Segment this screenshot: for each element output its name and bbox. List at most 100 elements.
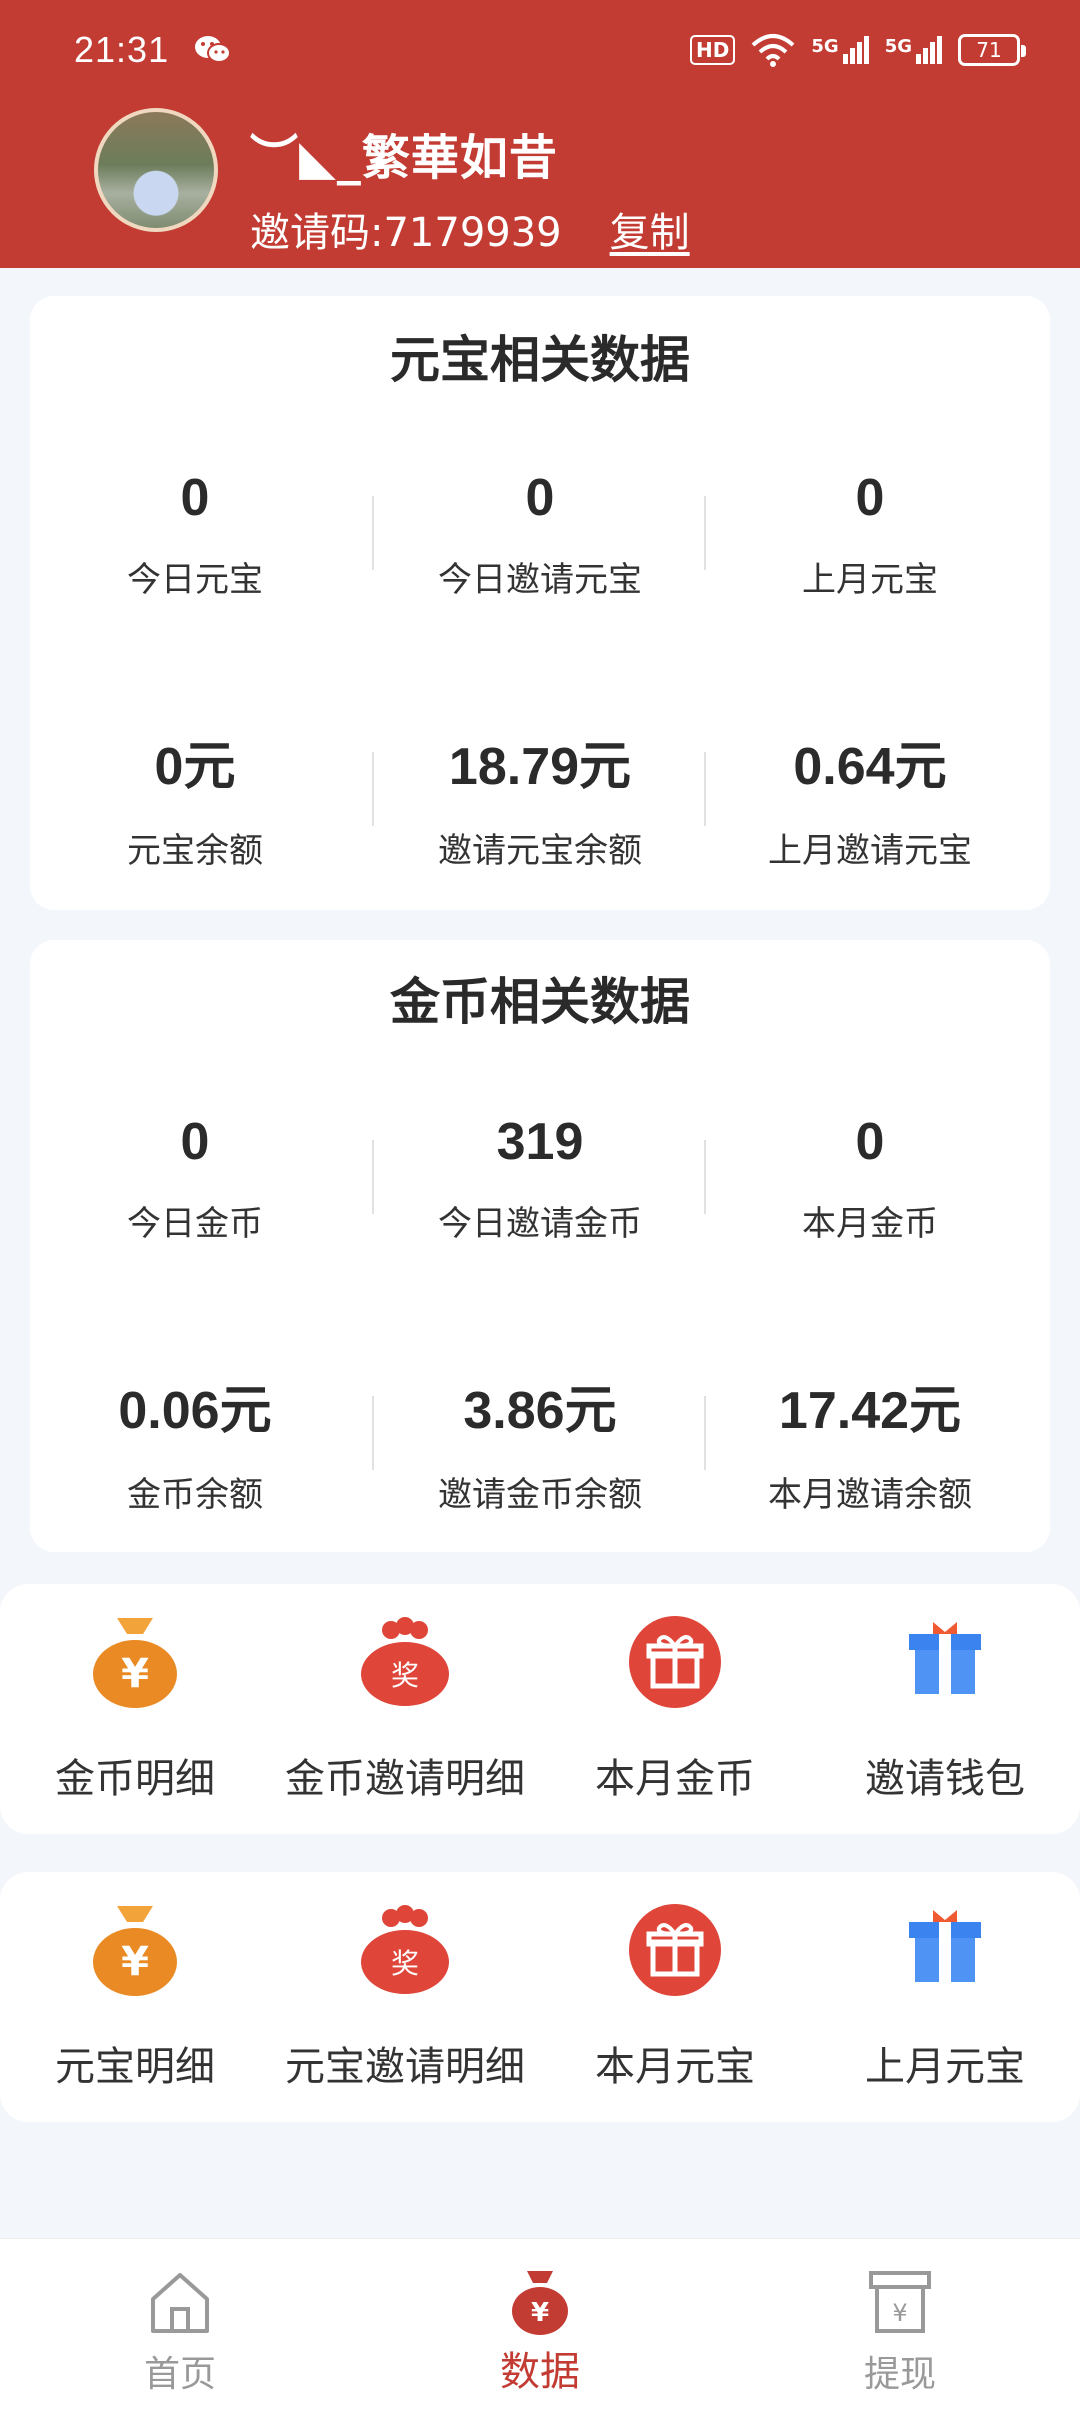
stat-value: 0	[180, 469, 210, 527]
stat-label: 金币余额	[127, 1475, 263, 1515]
stat-label: 今日邀请金币	[438, 1204, 642, 1244]
nav-withdraw[interactable]: ¥ 提现	[720, 2239, 1080, 2412]
invite-code: 邀请码:7179939	[250, 210, 562, 256]
yuanbao-stats-card: 元宝相关数据 0 今日元宝 0 今日邀请元宝 0 上月元宝 0元 元宝余额 18…	[30, 296, 1050, 910]
stat-value: 17.42元	[778, 1382, 962, 1440]
menu-invite-wallet[interactable]: 邀请钱包	[810, 1584, 1080, 1834]
stat-label: 本月邀请余额	[768, 1475, 972, 1515]
gift-box-icon	[909, 1910, 981, 1982]
stat-label: 上月元宝	[802, 560, 938, 600]
hd-icon: HD	[690, 35, 736, 65]
stat-value: 319	[496, 1113, 584, 1171]
svg-text:¥: ¥	[531, 2298, 549, 2328]
card-title: 元宝相关数据	[390, 331, 690, 389]
menu-label: 金币明细	[55, 1756, 215, 1802]
wechat-icon	[195, 36, 232, 63]
stat-coin-balance: 0.06元 金币余额	[30, 1368, 360, 1516]
stat-value: 18.79元	[448, 738, 632, 796]
menu-last-month-yuanbao[interactable]: 上月元宝	[810, 1872, 1080, 2122]
money-bag-icon: ¥	[93, 1906, 177, 1996]
stat-label: 今日邀请元宝	[438, 560, 642, 600]
stat-value: 0.64元	[793, 738, 947, 796]
stat-last-month-yuanbao: 0 上月元宝	[705, 468, 1035, 601]
nav-label: 首页	[143, 2354, 216, 2395]
stat-value: 0	[180, 1113, 210, 1171]
nav-label: 提现	[863, 2354, 936, 2395]
username: ︶◣_繁華如昔	[250, 130, 558, 186]
stat-value: 0.06元	[118, 1382, 272, 1440]
stat-invite-coin-balance: 3.86元 邀请金币余额	[375, 1368, 705, 1516]
money-bag-icon: ¥	[93, 1618, 177, 1708]
stat-label: 元宝余额	[127, 831, 263, 871]
stat-value: 3.86元	[463, 1382, 617, 1440]
menu-label: 金币邀请明细	[285, 1756, 525, 1802]
avatar[interactable]	[94, 108, 218, 232]
stat-label: 本月金币	[802, 1204, 938, 1244]
menu-coin-invite-detail[interactable]: 奖 金币邀请明细	[270, 1584, 540, 1834]
menu-yuanbao-detail[interactable]: ¥ 元宝明细	[0, 1872, 270, 2122]
reward-bag-icon: 奖	[361, 1617, 449, 1706]
menu-label: 本月元宝	[595, 2044, 755, 2090]
stat-label: 邀请元宝余额	[438, 831, 642, 871]
copy-button[interactable]: 复制	[610, 200, 690, 258]
menu-label: 上月元宝	[865, 2044, 1025, 2090]
stat-today-yuanbao: 0 今日元宝	[30, 468, 360, 601]
bottom-nav: 首页 ¥ 数据 ¥ 提现	[0, 2238, 1080, 2412]
svg-text:奖: 奖	[391, 1659, 419, 1692]
stat-value: 0	[855, 1113, 885, 1171]
stat-last-month-invite-yuanbao: 0.64元 上月邀请元宝	[705, 724, 1035, 872]
divider	[372, 752, 374, 826]
menu-label: 元宝邀请明细	[285, 2044, 525, 2090]
stat-value: 0	[525, 469, 555, 527]
divider	[372, 1140, 374, 1214]
menu-label: 元宝明细	[55, 2044, 215, 2090]
svg-text:奖: 奖	[391, 1947, 419, 1980]
stat-label: 今日金币	[127, 1204, 263, 1244]
signal-icon: 5G	[811, 36, 869, 64]
reward-bag-icon: 奖	[361, 1905, 449, 1994]
stat-label: 今日元宝	[127, 560, 263, 600]
status-time: 21:31	[74, 29, 170, 70]
invite-row: 邀请码:7179939 复制	[250, 200, 690, 258]
stat-today-invite-coin: 319 今日邀请金币	[375, 1112, 705, 1245]
home-icon	[151, 2273, 209, 2333]
nav-data[interactable]: ¥ 数据	[360, 2239, 720, 2412]
menu-coin-detail[interactable]: ¥ 金币明细	[0, 1584, 270, 1834]
menu-month-yuanbao[interactable]: 本月元宝	[540, 1872, 810, 2122]
stat-label: 邀请金币余额	[438, 1475, 642, 1515]
stat-value: 0元	[154, 738, 236, 796]
coin-stats-card: 金币相关数据 0 今日金币 319 今日邀请金币 0 本月金币 0.06元 金币…	[30, 940, 1050, 1552]
menu-label: 本月金币	[595, 1756, 755, 1802]
status-bar: 21:31 HD 5G 5G 71	[0, 0, 1080, 100]
svg-text:¥: ¥	[121, 1939, 149, 1985]
menu-label: 邀请钱包	[865, 1756, 1025, 1802]
menu-month-coin[interactable]: 本月金币	[540, 1584, 810, 1834]
stat-yuanbao-balance: 0元 元宝余额	[30, 724, 360, 872]
nav-home[interactable]: 首页	[0, 2239, 360, 2412]
stat-today-invite-yuanbao: 0 今日邀请元宝	[375, 468, 705, 601]
gift-box-icon	[909, 1622, 981, 1694]
stat-label: 上月邀请元宝	[768, 831, 972, 871]
menu-yuanbao-invite-detail[interactable]: 奖 元宝邀请明细	[270, 1872, 540, 2122]
profile-header: 21:31 HD 5G 5G 71 ︶◣_繁華如昔 邀请码:7179939 复制	[0, 0, 1080, 268]
nav-label: 数据	[500, 2349, 580, 2395]
gift-circle-icon	[629, 1616, 721, 1708]
stat-invite-yuanbao-balance: 18.79元 邀请元宝余额	[375, 724, 705, 872]
card-title: 金币相关数据	[390, 973, 690, 1031]
divider	[372, 496, 374, 570]
withdraw-icon: ¥	[869, 2271, 931, 2333]
svg-text:¥: ¥	[121, 1651, 149, 1697]
stat-month-coin: 0 本月金币	[705, 1112, 1035, 1245]
stat-month-invite-balance: 17.42元 本月邀请余额	[705, 1368, 1035, 1516]
wifi-icon	[752, 34, 795, 67]
gift-circle-icon	[629, 1904, 721, 1996]
stat-today-coin: 0 今日金币	[30, 1112, 360, 1245]
signal-icon: 5G	[885, 36, 942, 64]
svg-text:¥: ¥	[892, 2299, 907, 2327]
data-money-bag-icon: ¥	[512, 2271, 568, 2335]
stat-value: 0	[855, 469, 885, 527]
yuanbao-menu-row: ¥ 元宝明细 奖 元宝邀请明细 本月元宝 上月元宝	[0, 1872, 1080, 2122]
divider	[372, 1396, 374, 1470]
coin-menu-row: ¥ 金币明细 奖 金币邀请明细 本月金币 邀请钱包	[0, 1584, 1080, 1834]
battery-icon: 71	[958, 34, 1026, 66]
